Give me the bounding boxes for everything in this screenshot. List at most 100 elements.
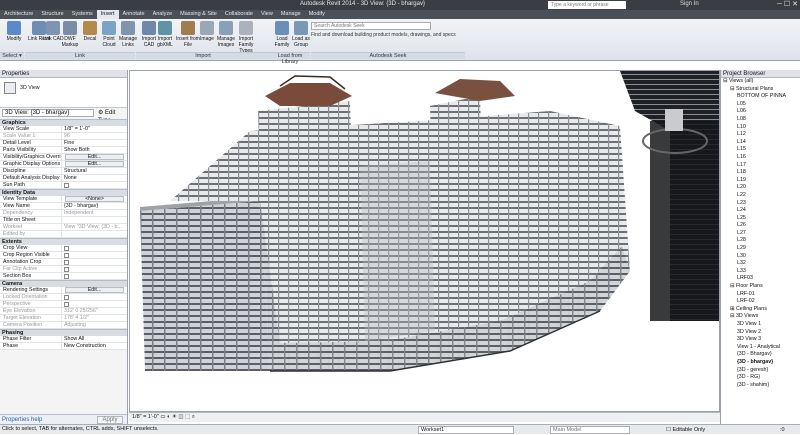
property-row[interactable]: Crop Region Visible (0, 252, 127, 259)
tree-item[interactable]: L18 (721, 169, 800, 177)
tree-item[interactable]: ⊟ 3D Views (721, 313, 800, 321)
properties-help-link[interactable]: Properties help (2, 417, 42, 423)
property-row[interactable]: Annotation Crop (0, 259, 127, 266)
tree-item[interactable]: L16 (721, 154, 800, 162)
tree-item[interactable]: L05 (721, 101, 800, 109)
section-phasing[interactable]: Phasing (0, 329, 127, 336)
tree-item[interactable]: {3D - geresh} (721, 367, 800, 375)
tree-item[interactable]: {3D - Bhargav} (721, 351, 800, 359)
tree-item[interactable]: ⊟ Views (all) (721, 78, 800, 86)
modify-button[interactable]: Modify (2, 21, 26, 42)
instance-selector[interactable]: 3D View: {3D - bhargav} (2, 109, 94, 117)
section-identity-data[interactable]: Identity Data (0, 189, 127, 196)
tree-item[interactable]: View 1 - Analytical (721, 344, 800, 352)
tree-item[interactable]: ⊟ Floor Plans (721, 283, 800, 291)
property-row[interactable]: Visibility/Graphics Overri... Edit... (0, 154, 127, 161)
property-row[interactable]: Dependency Independent (0, 210, 127, 217)
tab-annotate[interactable]: Annotate (119, 10, 149, 19)
3d-view-canvas[interactable] (129, 70, 720, 412)
tree-item[interactable]: L33 (721, 268, 800, 276)
tree-item[interactable]: L12 (721, 131, 800, 139)
property-row[interactable]: View Name {3D - bhargav} (0, 203, 127, 210)
property-row[interactable]: Rendering Settings Edit... (0, 287, 127, 294)
tree-item[interactable]: L06 (721, 108, 800, 116)
tab-systems[interactable]: Systems (68, 10, 97, 19)
property-row[interactable]: Target Elevation 178' 4 1/2" (0, 315, 127, 322)
checkbox[interactable] (64, 246, 69, 251)
import-gbxml-button[interactable]: Import gbXML (153, 21, 177, 48)
tree-item[interactable]: L29 (721, 245, 800, 253)
tree-item[interactable]: LRF03 (721, 275, 800, 283)
tree-item[interactable]: 3D View 3 (721, 336, 800, 344)
property-row[interactable]: Discipline Structural (0, 168, 127, 175)
checkbox[interactable] (64, 295, 69, 300)
checkbox[interactable] (64, 267, 69, 272)
tree-item[interactable]: {3D - RG} (721, 374, 800, 382)
tab-manage[interactable]: Manage (277, 10, 305, 19)
property-row[interactable]: Eye Elevation 312' 0 25/256" (0, 308, 127, 315)
tree-item[interactable]: BOTTOM OF PINNA (721, 93, 800, 101)
property-row[interactable]: Graphic Display Options Edit... (0, 161, 127, 168)
property-row[interactable]: Crop View (0, 245, 127, 252)
property-row[interactable]: Parts Visibility Show Both (0, 147, 127, 154)
tab-modify[interactable]: Modify (305, 10, 329, 19)
tree-item[interactable]: L08 (721, 116, 800, 124)
apply-button[interactable]: Apply (97, 416, 123, 424)
help-search-input[interactable]: Type a keyword or phrase (548, 1, 626, 9)
checkbox[interactable] (64, 274, 69, 279)
property-row[interactable]: Default Analysis Display ... None (0, 175, 127, 182)
tree-item[interactable]: ⊟ Structural Plans (721, 86, 800, 94)
property-row[interactable]: Camera Position Adjusting (0, 322, 127, 329)
tree-item[interactable]: 3D View 1 (721, 321, 800, 329)
tab-massing-site[interactable]: Massing & Site (176, 10, 221, 19)
section-graphics[interactable]: Graphics (0, 119, 127, 126)
property-row[interactable]: Detail Level Fine (0, 140, 127, 147)
workset-select[interactable]: Workset1 (418, 426, 514, 434)
view-scale[interactable]: 1/8" = 1'-0" (132, 414, 159, 420)
tree-item[interactable]: L10 (721, 124, 800, 132)
property-row[interactable]: Locked Orientation (0, 294, 127, 301)
window-controls[interactable]: ─ ☐ ✕ (777, 0, 798, 8)
tab-analyze[interactable]: Analyze (149, 10, 177, 19)
tab-architecture[interactable]: Architecture (0, 10, 37, 19)
tree-item[interactable]: L30 (721, 253, 800, 261)
tab-insert[interactable]: Insert (96, 10, 119, 19)
tree-item[interactable]: L19 (721, 177, 800, 185)
tab-structure[interactable]: Structure (37, 10, 67, 19)
property-row[interactable]: Far Clip Active (0, 266, 127, 273)
tree-item[interactable]: LRF-01 (721, 291, 800, 299)
section-camera[interactable]: Camera (0, 280, 127, 287)
tree-item[interactable]: L22 (721, 192, 800, 200)
tree-item[interactable]: {3D - bhargav} (721, 359, 800, 367)
tree-item[interactable]: LRF-02 (721, 298, 800, 306)
property-row[interactable]: Scale Value 1: 96 (0, 133, 127, 140)
tree-item[interactable]: 3D View 2 (721, 329, 800, 337)
tree-item[interactable]: ⊞ Ceiling Plans (721, 306, 800, 314)
checkbox[interactable] (64, 260, 69, 265)
view-control-icons[interactable]: ▭ ◐ ☀ ◫ ⬚ ⌕ (160, 414, 195, 420)
tree-item[interactable]: L24 (721, 207, 800, 215)
seek-search-input[interactable]: Search Autodesk Seek (311, 22, 431, 30)
tree-item[interactable]: L14 (721, 139, 800, 147)
property-row[interactable]: Sun Path (0, 182, 127, 189)
property-row[interactable]: View Scale 1/8" = 1'-0" (0, 126, 127, 133)
property-row[interactable]: Title on Sheet (0, 217, 127, 224)
property-row[interactable]: Phase Filter Show All (0, 336, 127, 343)
tree-item[interactable]: L25 (721, 215, 800, 223)
edit-button[interactable]: Edit... (65, 154, 124, 160)
tab-view[interactable]: View (257, 10, 277, 19)
checkbox[interactable] (64, 302, 69, 307)
property-row[interactable]: Edited by (0, 231, 127, 238)
property-row[interactable]: Section Box (0, 273, 127, 280)
load-as-group-button[interactable]: Load as Group (289, 21, 313, 48)
property-row[interactable]: Perspective (0, 301, 127, 308)
tree-item[interactable]: L28 (721, 237, 800, 245)
tree-item[interactable]: {3D - shahim} (721, 382, 800, 390)
checkbox[interactable] (64, 183, 69, 188)
import-family-types-button[interactable]: Import Family Types (234, 21, 258, 54)
tree-item[interactable]: L23 (721, 200, 800, 208)
sign-in-link[interactable]: Sign In (680, 1, 699, 7)
tree-item[interactable]: L27 (721, 230, 800, 238)
tab-collaborate[interactable]: Collaborate (221, 10, 257, 19)
tree-item[interactable]: L17 (721, 162, 800, 170)
